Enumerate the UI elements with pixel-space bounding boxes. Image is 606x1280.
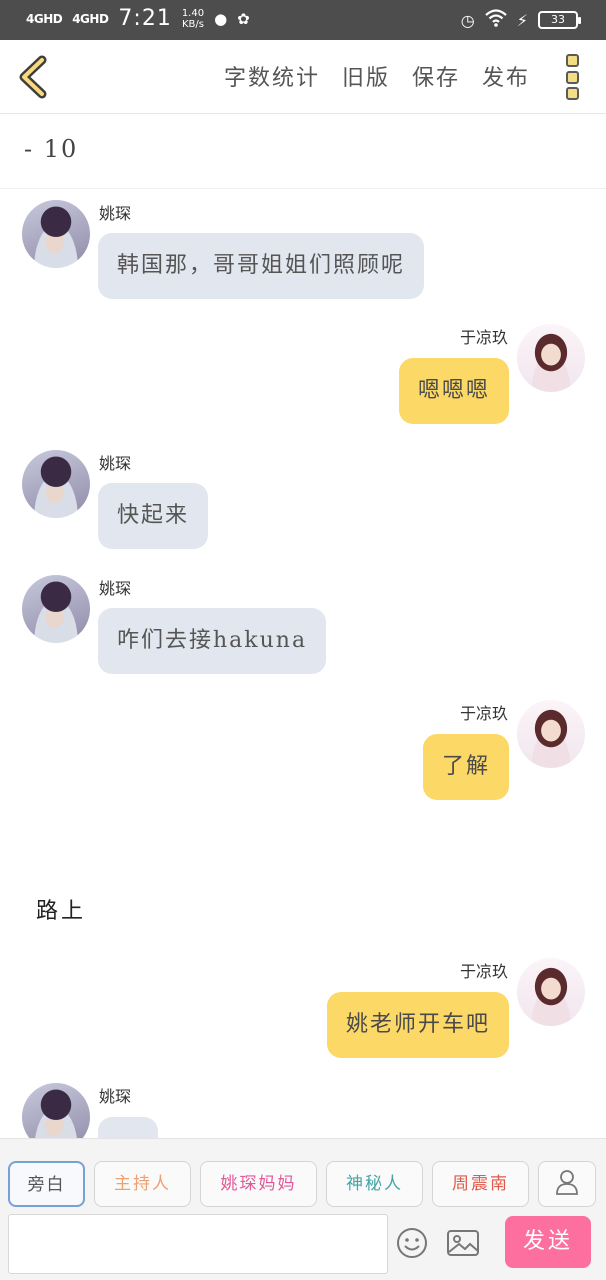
more-vertical-icon[interactable] xyxy=(566,54,580,100)
role-label: 姚琛妈妈 xyxy=(220,1174,297,1194)
role-label: 旁白 xyxy=(27,1175,66,1195)
publish-button[interactable]: 发布 xyxy=(482,60,530,92)
app-notification-icon: ✿ xyxy=(237,9,250,28)
save-button[interactable]: 保存 xyxy=(412,60,460,92)
emoji-icon[interactable] xyxy=(396,1227,428,1259)
avatar[interactable] xyxy=(22,575,90,643)
network-speed: 1.40 KB/s xyxy=(182,8,204,30)
word-count-button[interactable]: 字数统计 xyxy=(224,60,320,92)
chapter-header[interactable]: - 10 xyxy=(0,115,606,189)
message-bubble[interactable]: 姚老师开车吧 xyxy=(326,992,509,1058)
role-chip-yaochen-mom[interactable]: 姚琛妈妈 xyxy=(200,1161,317,1207)
role-chip-mystery[interactable]: 神秘人 xyxy=(326,1161,423,1207)
composer-toolbar: 旁白 主持人 姚琛妈妈 神秘人 周震南 发送 xyxy=(0,1138,606,1280)
more-dot xyxy=(566,54,579,67)
alarm-icon: ◷ xyxy=(460,10,475,30)
charging-icon: ⚡ xyxy=(516,10,528,30)
send-button[interactable]: 发送 xyxy=(505,1216,591,1268)
wifi-icon xyxy=(485,9,507,31)
qq-icon: ● xyxy=(214,9,228,28)
narration-text[interactable]: 路上 xyxy=(36,893,86,925)
message-bubble[interactable]: 咋们去接hakuna xyxy=(98,608,327,674)
status-bar: 4GHD 4GHD 7:21 1.40 KB/s ● ✿ ◷ ⚡ 33 xyxy=(0,0,606,40)
role-label: 周震南 xyxy=(452,1174,509,1194)
user-icon xyxy=(555,1169,579,1199)
status-left: 4GHD 4GHD 7:21 1.40 KB/s ● ✿ xyxy=(26,6,250,31)
message-bubble[interactable]: 快起来 xyxy=(98,483,209,549)
clock-time: 7:21 xyxy=(118,6,172,31)
more-dot xyxy=(566,87,579,100)
message-bubble[interactable]: 韩国那，哥哥姐姐们照顾呢 xyxy=(98,233,425,299)
image-icon[interactable] xyxy=(446,1227,480,1259)
battery-level: 33 xyxy=(538,11,581,29)
sender-name: 姚琛 xyxy=(99,454,132,473)
avatar[interactable] xyxy=(22,450,90,518)
more-dot xyxy=(566,70,579,84)
add-role-button[interactable] xyxy=(538,1161,596,1207)
signal-1-label: 4GHD xyxy=(26,11,63,26)
old-version-button[interactable]: 旧版 xyxy=(342,60,390,92)
editor-topbar: 字数统计 旧版 保存 发布 xyxy=(0,40,606,114)
sender-name: 姚琛 xyxy=(99,204,132,223)
speed-value: 1.40 xyxy=(181,7,205,19)
signal-2-label: 4GHD xyxy=(72,11,109,26)
message-bubble[interactable]: 了解 xyxy=(422,734,509,800)
sender-name: 姚琛 xyxy=(99,1087,132,1106)
avatar[interactable] xyxy=(517,324,585,392)
role-selector: 旁白 主持人 姚琛妈妈 神秘人 周震南 xyxy=(8,1161,596,1207)
role-chip-host[interactable]: 主持人 xyxy=(94,1161,191,1207)
sender-name: 于凉玖 xyxy=(459,704,508,723)
message-input[interactable] xyxy=(8,1214,388,1274)
avatar[interactable] xyxy=(22,200,90,268)
status-right: ◷ ⚡ 33 xyxy=(460,9,581,31)
top-actions: 字数统计 旧版 保存 发布 xyxy=(224,60,530,92)
role-label: 主持人 xyxy=(114,1174,171,1194)
avatar[interactable] xyxy=(22,1083,90,1138)
message-bubble[interactable]: 嗯嗯嗯 xyxy=(398,358,509,424)
sender-name: 于凉玖 xyxy=(459,962,508,981)
chevron-left-icon xyxy=(14,55,54,104)
speed-unit: KB/s xyxy=(181,18,204,30)
avatar[interactable] xyxy=(517,700,585,768)
sender-name: 姚琛 xyxy=(99,579,132,598)
back-button[interactable] xyxy=(14,54,54,100)
role-chip-narrator[interactable]: 旁白 xyxy=(8,1161,85,1207)
message-bubble[interactable] xyxy=(98,1117,158,1138)
role-label: 神秘人 xyxy=(346,1174,403,1194)
role-chip-zhouzhennan[interactable]: 周震南 xyxy=(432,1161,529,1207)
chat-area[interactable]: 姚琛 韩国那，哥哥姐姐们照顾呢 于凉玖 嗯嗯嗯 姚琛 快起来 姚琛 咋们去接ha… xyxy=(0,190,606,1138)
sender-name: 于凉玖 xyxy=(459,328,508,347)
avatar[interactable] xyxy=(517,958,585,1026)
chapter-title: - 10 xyxy=(24,135,79,163)
